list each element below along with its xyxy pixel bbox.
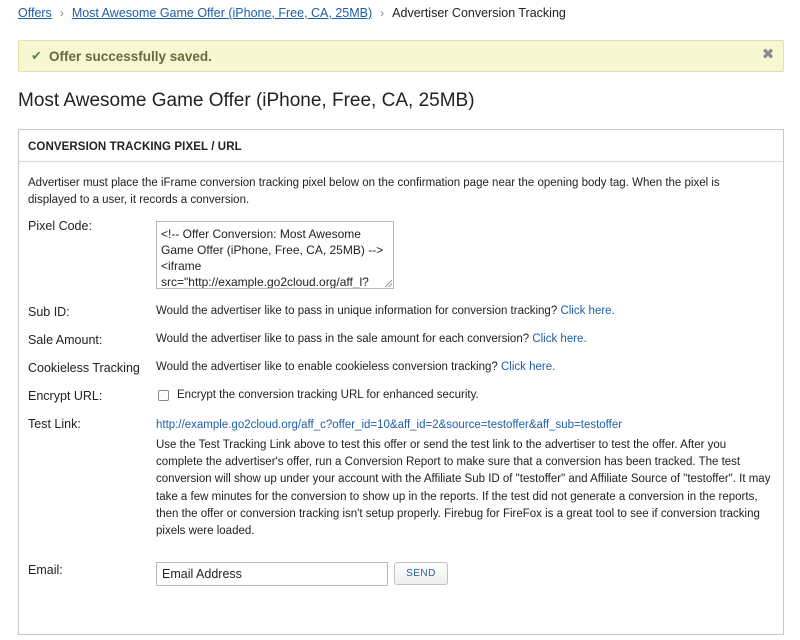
- test-link-description: Use the Test Tracking Link above to test…: [156, 439, 771, 538]
- sub-id-click-here-link[interactable]: Click here.: [560, 305, 614, 317]
- email-label: Email:: [28, 563, 63, 577]
- pixel-code-textarea[interactable]: [157, 222, 393, 288]
- page-title: Most Awesome Game Offer (iPhone, Free, C…: [18, 90, 475, 111]
- cookieless-click-here-link[interactable]: Click here.: [501, 361, 555, 373]
- check-icon: ✔: [31, 48, 42, 63]
- breadcrumb-separator-icon: ›: [380, 6, 385, 20]
- encrypt-url-label: Encrypt URL:: [28, 389, 103, 403]
- sale-amount-text: Would the advertiser like to pass in the…: [156, 333, 530, 345]
- breadcrumb-separator-icon: ›: [59, 6, 64, 20]
- encrypt-url-option[interactable]: Encrypt the conversion tracking URL for …: [158, 389, 479, 401]
- sub-id-row: Would the advertiser like to pass in uni…: [156, 305, 615, 317]
- test-link-label: Test Link:: [28, 417, 81, 431]
- conversion-tracking-panel: CONVERSION TRACKING PIXEL / URL Advertis…: [18, 129, 784, 635]
- sale-amount-click-here-link[interactable]: Click here.: [532, 333, 586, 345]
- cookieless-tracking-label: Cookieless Tracking: [28, 361, 140, 375]
- sub-id-label: Sub ID:: [28, 305, 70, 319]
- email-field[interactable]: [156, 562, 388, 586]
- cookieless-tracking-text: Would the advertiser like to enable cook…: [156, 361, 498, 373]
- resize-grip-icon[interactable]: [385, 280, 392, 287]
- sale-amount-row: Would the advertiser like to pass in the…: [156, 333, 587, 345]
- breadcrumb-link-offers[interactable]: Offers: [18, 6, 52, 20]
- cookieless-tracking-row: Would the advertiser like to enable cook…: [156, 361, 555, 373]
- close-icon[interactable]: ✖: [761, 47, 775, 63]
- send-button[interactable]: SEND: [394, 562, 448, 585]
- breadcrumb-link-offer[interactable]: Most Awesome Game Offer (iPhone, Free, C…: [72, 6, 372, 20]
- test-link-url[interactable]: http://example.go2cloud.org/aff_c?offer_…: [156, 419, 622, 431]
- breadcrumb-current: Advertiser Conversion Tracking: [392, 6, 566, 20]
- panel-divider: [19, 161, 783, 162]
- sale-amount-label: Sale Amount:: [28, 333, 103, 347]
- encrypt-url-checkbox[interactable]: [158, 389, 169, 401]
- panel-heading: CONVERSION TRACKING PIXEL / URL: [28, 141, 242, 153]
- sub-id-text: Would the advertiser like to pass in uni…: [156, 305, 558, 317]
- panel-intro-text: Advertiser must place the iFrame convers…: [28, 177, 720, 206]
- breadcrumb: Offers › Most Awesome Game Offer (iPhone…: [18, 5, 566, 21]
- encrypt-url-checkbox-label: Encrypt the conversion tracking URL for …: [177, 389, 479, 401]
- pixel-code-box: [156, 221, 394, 289]
- alert-message: Offer successfully saved.: [49, 49, 212, 64]
- pixel-code-label: Pixel Code:: [28, 219, 92, 233]
- success-alert: ✔ Offer successfully saved. ✖: [18, 40, 784, 72]
